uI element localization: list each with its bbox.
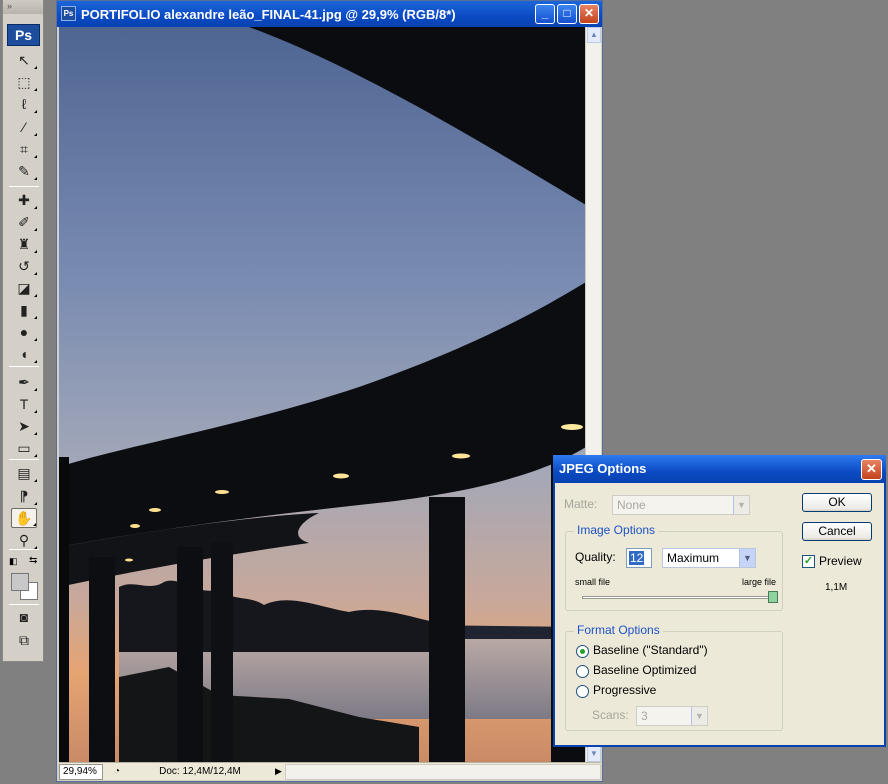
- format-options-group: Format Options Baseline ("Standard") Bas…: [565, 623, 783, 731]
- quality-label: Quality:: [575, 550, 616, 564]
- tool-separator: [9, 186, 39, 187]
- status-menu-arrow-icon[interactable]: ▶: [275, 766, 285, 777]
- large-file-label: large file: [741, 577, 776, 587]
- clone-stamp-tool-icon[interactable]: ♜: [11, 234, 37, 254]
- eraser-tool-icon[interactable]: ◪: [11, 278, 37, 298]
- baseline-standard-label[interactable]: Baseline ("Standard"): [593, 643, 708, 657]
- progressive-radio[interactable]: [576, 685, 589, 698]
- scroll-down-arrow-icon[interactable]: ▼: [587, 746, 601, 762]
- progressive-label[interactable]: Progressive: [593, 683, 656, 697]
- scans-value: 3: [641, 709, 648, 723]
- matte-select: None ▼: [612, 495, 750, 515]
- preview-checkbox[interactable]: ✓: [802, 555, 815, 568]
- small-file-label: small file: [575, 577, 611, 587]
- image-canvas[interactable]: [59, 27, 586, 762]
- eyedropper-tool-icon[interactable]: ⁋: [11, 486, 37, 506]
- shape-tool-icon[interactable]: ▭: [11, 438, 37, 458]
- quality-value: 12: [629, 551, 645, 565]
- chevron-down-icon: ▼: [733, 496, 749, 514]
- tool-separator: [9, 366, 39, 367]
- scans-select: 3 ▼: [636, 706, 708, 726]
- scans-label: Scans:: [592, 708, 629, 722]
- document-size: Doc: 12,4M/12,4M: [159, 766, 241, 777]
- marquee-tool-icon[interactable]: ⬚: [11, 72, 37, 92]
- minimize-button[interactable]: _: [535, 4, 555, 24]
- format-options-title: Format Options: [574, 623, 663, 637]
- baseline-optimized-label[interactable]: Baseline Optimized: [593, 663, 696, 677]
- swap-colors-icon[interactable]: ⇆: [29, 555, 37, 566]
- dialog-title[interactable]: JPEG Options: [553, 455, 886, 483]
- tool-separator: [9, 549, 39, 550]
- file-size: 1,1M: [825, 582, 848, 593]
- photoshop-doc-icon: Ps: [61, 6, 76, 21]
- blur-tool-icon[interactable]: ●: [11, 322, 37, 342]
- horizontal-scrollbar[interactable]: [285, 763, 601, 780]
- photo-bridge-sunset: [59, 27, 586, 762]
- path-selection-tool-icon[interactable]: ➤: [11, 416, 37, 436]
- document-title: PORTIFOLIO alexandre leão_FINAL-41.jpg @…: [81, 6, 456, 22]
- tool-separator: [9, 459, 39, 460]
- quality-input[interactable]: 12: [626, 548, 652, 568]
- panel-grip[interactable]: »: [3, 0, 43, 14]
- magic-wand-tool-icon[interactable]: ⁄: [11, 117, 37, 137]
- zoom-level-field[interactable]: 29,94%: [59, 763, 103, 780]
- image-options-group: Image Options Quality: 12 Maximum ▼ smal…: [565, 523, 783, 611]
- pen-tool-icon[interactable]: ✒: [11, 372, 37, 392]
- slice-tool-icon[interactable]: ✎: [11, 161, 37, 181]
- dialog-close-button[interactable]: ✕: [861, 459, 882, 480]
- chevron-down-icon[interactable]: ▼: [739, 549, 755, 567]
- jpeg-options-dialog: JPEG Options ✕ Matte: None ▼ Image Optio…: [553, 455, 886, 747]
- notes-tool-icon[interactable]: ▤: [11, 463, 37, 483]
- type-tool-icon[interactable]: T: [11, 394, 37, 414]
- preview-label[interactable]: Preview: [819, 554, 862, 568]
- quality-preset-select[interactable]: Maximum ▼: [662, 548, 756, 568]
- quality-preset-value: Maximum: [667, 551, 720, 565]
- tool-separator: [9, 604, 39, 605]
- scroll-up-arrow-icon[interactable]: ▲: [587, 27, 601, 43]
- quality-slider-thumb[interactable]: [768, 591, 778, 603]
- lasso-tool-icon[interactable]: ℓ: [11, 94, 37, 114]
- move-tool-icon[interactable]: ↖: [11, 50, 37, 70]
- baseline-standard-radio[interactable]: [576, 645, 589, 658]
- crop-tool-icon[interactable]: ⌗: [11, 139, 37, 159]
- image-options-title: Image Options: [574, 523, 659, 537]
- chevron-down-icon: ▼: [691, 707, 707, 725]
- matte-value: None: [617, 498, 646, 512]
- ok-button[interactable]: OK: [802, 493, 872, 512]
- clock-icon[interactable]: ◔: [109, 766, 125, 777]
- zoom-tool-icon[interactable]: ⚲: [11, 530, 37, 550]
- maximize-button[interactable]: □: [557, 4, 577, 24]
- quality-slider[interactable]: [582, 596, 774, 599]
- hand-tool-icon[interactable]: ✋: [11, 508, 37, 528]
- photoshop-logo[interactable]: Ps: [7, 24, 40, 46]
- default-colors-icon[interactable]: ◧: [9, 556, 18, 567]
- quick-mask-button[interactable]: ◙: [11, 607, 37, 627]
- brush-tool-icon[interactable]: ✐: [11, 212, 37, 232]
- healing-brush-tool-icon[interactable]: ✚: [11, 190, 37, 210]
- gradient-tool-icon[interactable]: ▮: [11, 300, 37, 320]
- screen-mode-button[interactable]: ⧉: [11, 630, 37, 650]
- document-window: Ps PORTIFOLIO alexandre leão_FINAL-41.jp…: [56, 0, 603, 782]
- dodge-tool-icon[interactable]: ◖: [11, 344, 37, 364]
- cancel-button[interactable]: Cancel: [802, 522, 872, 541]
- matte-label: Matte:: [564, 497, 598, 511]
- foreground-color-swatch[interactable]: [11, 573, 29, 591]
- tools-panel: » Ps ↖ ⬚ ℓ ⁄ ⌗ ✎ ✚ ✐ ♜ ↺ ◪ ▮ ● ◖ ✒ T ➤ ▭ ▤ ⁋ ✋ ⚲ ◧ ⇆ ◙ ⧉: [2, 0, 44, 662]
- baseline-optimized-radio[interactable]: [576, 665, 589, 678]
- status-bar: 29,94% ◔ Doc: 12,4M/12,4M ▶: [59, 762, 601, 780]
- history-brush-tool-icon[interactable]: ↺: [11, 256, 37, 276]
- document-title-bar[interactable]: Ps PORTIFOLIO alexandre leão_FINAL-41.jp…: [57, 1, 602, 27]
- close-button[interactable]: ✕: [579, 4, 599, 24]
